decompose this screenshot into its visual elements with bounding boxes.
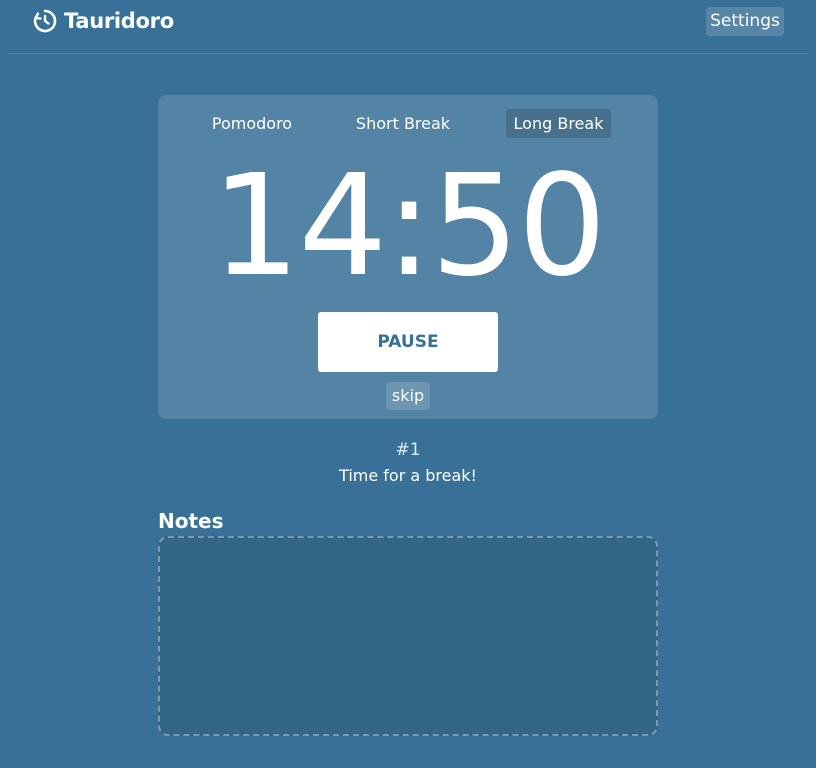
tab-short-break[interactable]: Short Break xyxy=(348,109,458,138)
brand: Tauridoro xyxy=(32,8,174,34)
app-header: Tauridoro Settings xyxy=(8,0,808,54)
pause-button[interactable]: PAUSE xyxy=(318,312,498,372)
round-counter: #1 xyxy=(395,440,421,460)
clock-icon xyxy=(32,8,58,34)
tab-long-break[interactable]: Long Break xyxy=(506,109,611,138)
timer-card: Pomodoro Short Break Long Break 14:50 PA… xyxy=(158,95,658,419)
notes-heading: Notes xyxy=(158,509,224,533)
timer-display: 14:50 xyxy=(211,145,606,308)
app-title: Tauridoro xyxy=(64,9,174,33)
notes-textarea[interactable] xyxy=(158,536,658,736)
tab-pomodoro[interactable]: Pomodoro xyxy=(204,109,300,138)
status-message: Time for a break! xyxy=(339,466,477,485)
skip-button[interactable]: skip xyxy=(386,382,430,410)
settings-button[interactable]: Settings xyxy=(706,7,784,36)
